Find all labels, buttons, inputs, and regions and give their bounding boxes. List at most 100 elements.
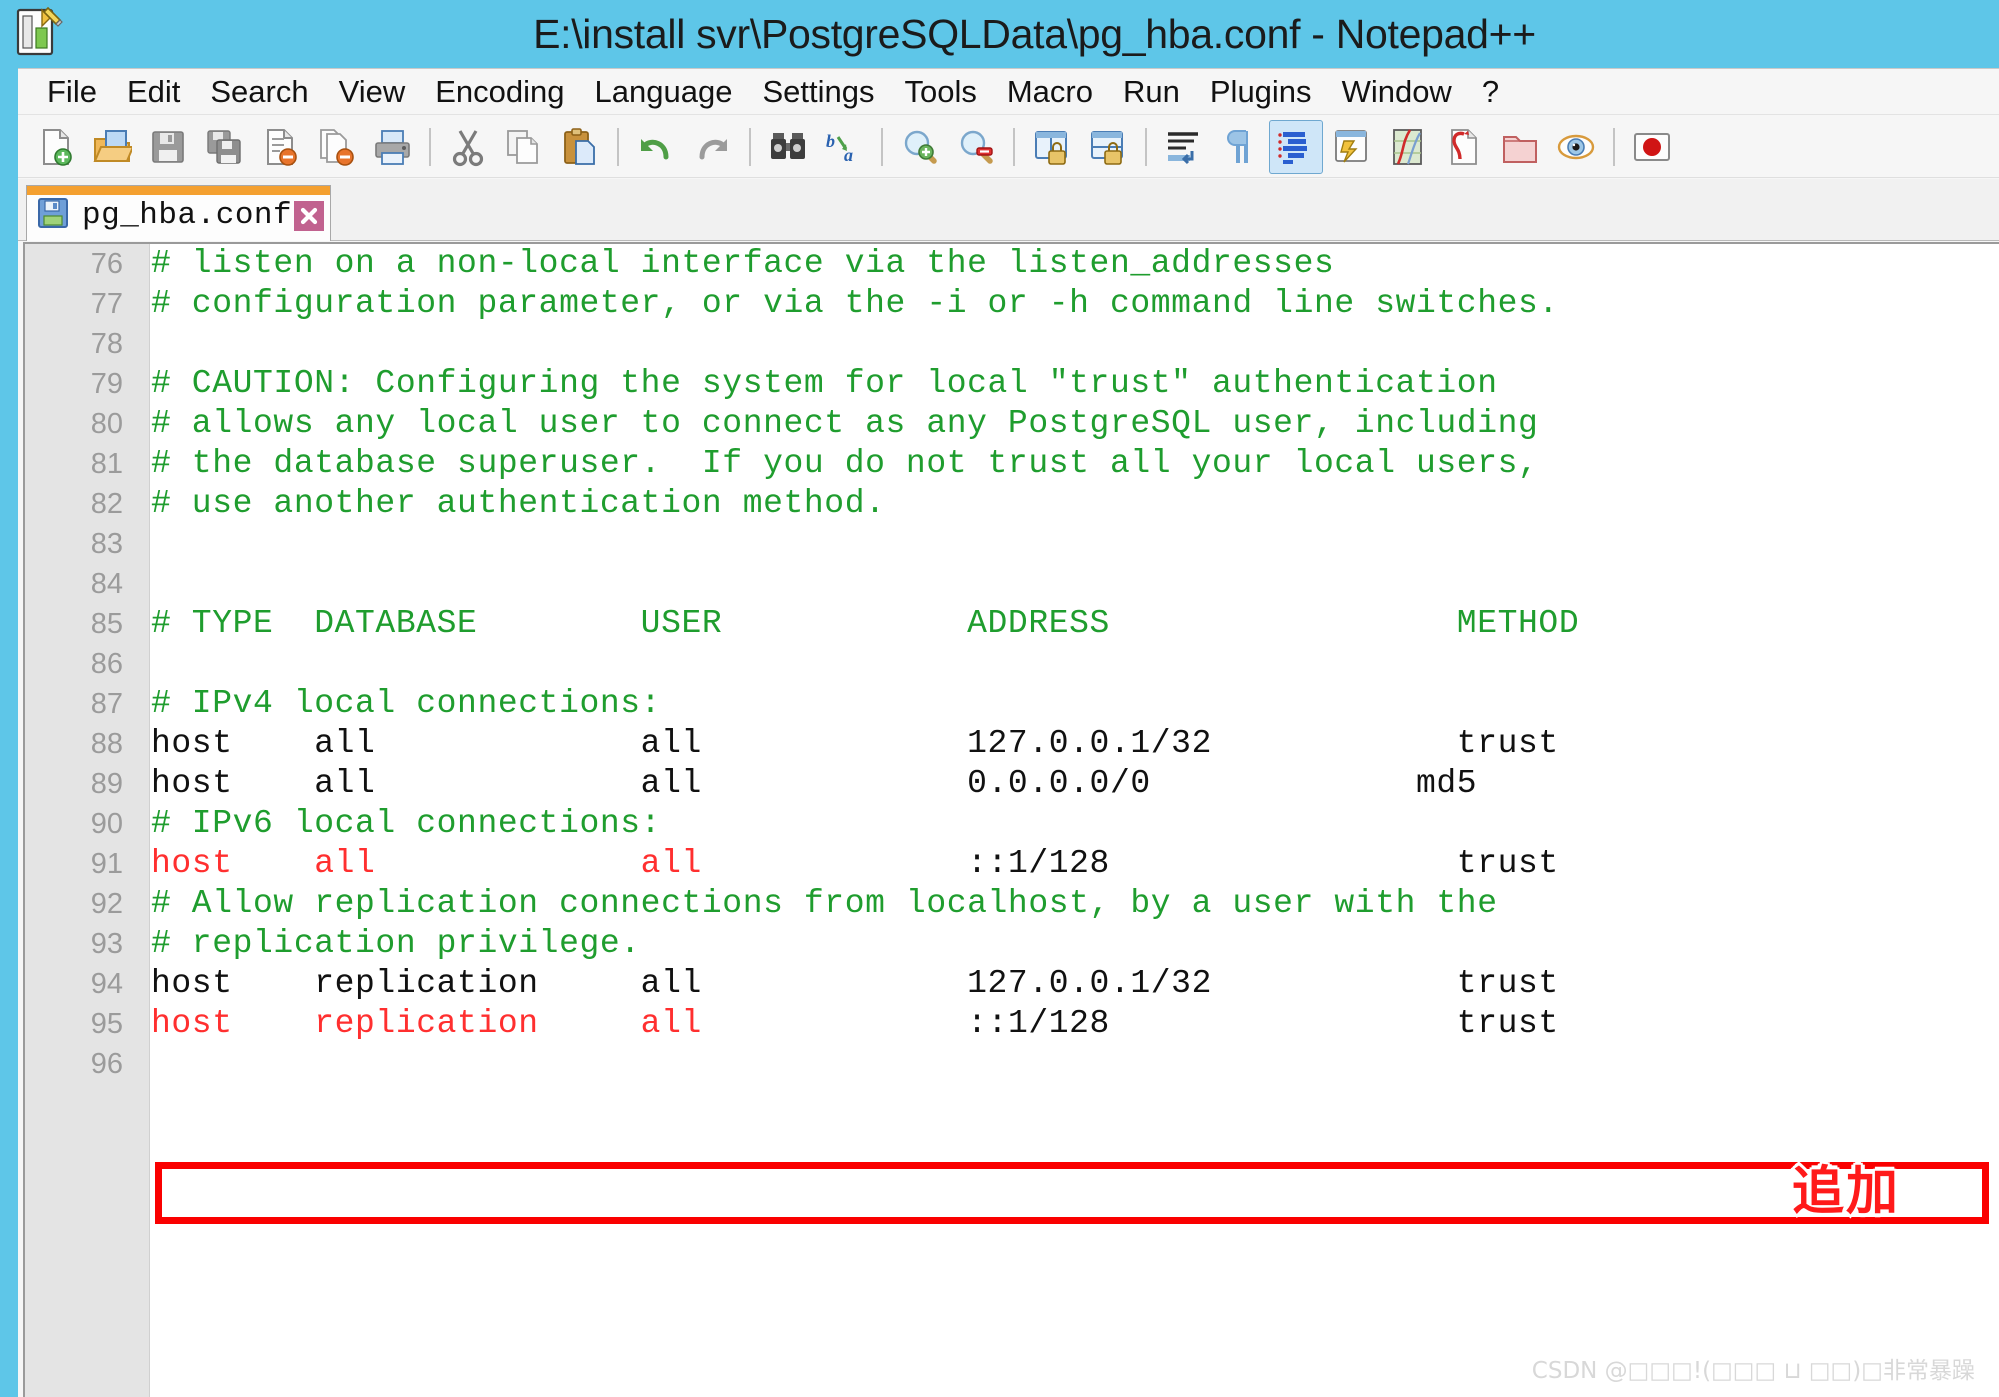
find-icon[interactable] — [761, 120, 815, 174]
code-line[interactable]: # CAUTION: Configuring the system for lo… — [151, 364, 1999, 404]
zoom-out-icon[interactable] — [949, 120, 1003, 174]
code-span-black: host replication all 127.0.0.1/32 trust — [151, 965, 1559, 1002]
sync-horizontal-scroll-icon[interactable] — [1081, 120, 1135, 174]
folder-as-workspace-icon[interactable] — [1493, 120, 1547, 174]
print-icon[interactable] — [365, 120, 419, 174]
save-all-icon[interactable] — [197, 120, 251, 174]
line-number: 82 — [90, 488, 123, 520]
open-file-icon[interactable] — [85, 120, 139, 174]
code-line[interactable] — [151, 644, 1999, 684]
window-title: E:\install svr\PostgreSQLData\pg_hba.con… — [533, 10, 1536, 57]
replace-icon[interactable]: ba — [817, 120, 871, 174]
line-number: 91 — [90, 848, 123, 880]
line-number: 76 — [90, 248, 123, 280]
menu-view[interactable]: View — [324, 72, 421, 112]
code-line[interactable] — [151, 564, 1999, 604]
sync-vertical-scroll-icon[interactable] — [1025, 120, 1079, 174]
undo-icon[interactable] — [629, 120, 683, 174]
function-list-icon[interactable] — [1437, 120, 1491, 174]
code-editor[interactable]: 76 77 78 79 80 81 82 83 84 85 86 87 88 89 90 91 92 93 94 95… — [23, 242, 1999, 1397]
close-tab-icon[interactable] — [294, 200, 325, 231]
toolbar-separator — [1013, 127, 1015, 166]
code-line[interactable]: host all all ::1/128 trust — [151, 844, 1999, 884]
code-span-comment: # allows any local user to connect as an… — [151, 405, 1539, 442]
code-line[interactable]: host all all 127.0.0.1/32 trust — [151, 724, 1999, 764]
menu-edit[interactable]: Edit — [112, 72, 195, 112]
menu-search[interactable]: Search — [195, 72, 323, 112]
zoom-in-icon[interactable] — [893, 120, 947, 174]
user-defined-language-icon[interactable] — [1325, 120, 1379, 174]
code-line[interactable]: host replication all 127.0.0.1/32 trust — [151, 964, 1999, 1004]
tab-label: pg_hba.conf — [82, 198, 293, 233]
code-span-comment: # configuration parameter, or via the -i… — [151, 285, 1559, 322]
close-all-icon[interactable] — [309, 120, 363, 174]
close-file-icon[interactable] — [253, 120, 307, 174]
code-line[interactable] — [151, 524, 1999, 564]
code-span-comment: # the database superuser. If you do not … — [151, 445, 1539, 482]
code-span-comment: # replication privilege. — [151, 925, 641, 962]
word-wrap-icon[interactable] — [1157, 120, 1211, 174]
line-number: 78 — [90, 328, 123, 360]
line-number: 94 — [90, 968, 123, 1000]
line-number: 92 — [90, 888, 123, 920]
toolbar-separator — [749, 127, 751, 166]
menu-macro[interactable]: Macro — [992, 72, 1108, 112]
code-line[interactable] — [151, 324, 1999, 364]
menu-settings[interactable]: Settings — [747, 72, 889, 112]
toolbar-separator — [1613, 127, 1615, 166]
redo-icon[interactable] — [685, 120, 739, 174]
code-span-black: host all all 0.0.0.0/0 md5 — [151, 765, 1478, 802]
code-line[interactable]: # replication privilege. — [151, 924, 1999, 964]
code-span-comment: # Allow replication connections from loc… — [151, 885, 1498, 922]
code-line[interactable]: # listen on a non-local interface via th… — [151, 244, 1999, 284]
code-line[interactable]: # configuration parameter, or via the -i… — [151, 284, 1999, 324]
save-icon[interactable] — [141, 120, 195, 174]
code-line[interactable]: # Allow replication connections from loc… — [151, 884, 1999, 924]
line-number: 77 — [90, 288, 123, 320]
code-line[interactable]: # use another authentication method. — [151, 484, 1999, 524]
code-line[interactable] — [151, 1044, 1999, 1084]
new-file-icon[interactable] — [29, 120, 83, 174]
toolbar: ba — [18, 116, 1999, 178]
code-span-black: ::1/128 trust — [701, 1005, 1559, 1042]
code-line[interactable]: host replication all ::1/128 trust — [151, 1004, 1999, 1044]
line-number: 84 — [90, 568, 123, 600]
menu-file[interactable]: File — [32, 72, 112, 112]
code-span-comment: # use another authentication method. — [151, 485, 886, 522]
copy-icon[interactable] — [497, 120, 551, 174]
code-span-comment: # listen on a non-local interface via th… — [151, 245, 1335, 282]
code-line[interactable]: # TYPE DATABASE USER ADDRESS METHOD — [151, 604, 1999, 644]
menu-tools[interactable]: Tools — [889, 72, 991, 112]
line-number: 86 — [90, 648, 123, 680]
code-text-area[interactable]: # listen on a non-local interface via th… — [151, 244, 1999, 1397]
record-macro-icon[interactable] — [1625, 120, 1679, 174]
notepadpp-window: E:\install svr\PostgreSQLData\pg_hba.con… — [0, 0, 1999, 1397]
monitoring-icon[interactable] — [1549, 120, 1603, 174]
tab-pg-hba-conf[interactable]: pg_hba.conf — [26, 185, 332, 241]
menu-help[interactable]: ? — [1467, 72, 1514, 112]
code-span-black: ::1/128 trust — [701, 845, 1559, 882]
code-line[interactable]: # IPv6 local connections: — [151, 804, 1999, 844]
annotation-append-label: 追加 — [1792, 1162, 1901, 1222]
line-number: 80 — [90, 408, 123, 440]
line-number: 96 — [90, 1048, 123, 1080]
menu-plugins[interactable]: Plugins — [1195, 72, 1327, 112]
show-all-characters-icon[interactable] — [1213, 120, 1267, 174]
menu-encoding[interactable]: Encoding — [420, 72, 579, 112]
code-line[interactable]: host all all 0.0.0.0/0 md5 — [151, 764, 1999, 804]
toolbar-separator — [429, 127, 431, 166]
csdn-watermark: CSDN @□□□!(□□□ ⊔ □□)□非常暴躁 — [1531, 1358, 1975, 1384]
line-number: 95 — [90, 1008, 123, 1040]
line-number: 88 — [90, 728, 123, 760]
cut-icon[interactable] — [441, 120, 495, 174]
menu-window[interactable]: Window — [1327, 72, 1467, 112]
code-line[interactable]: # allows any local user to connect as an… — [151, 404, 1999, 444]
paste-icon[interactable] — [553, 120, 607, 174]
menu-language[interactable]: Language — [580, 72, 748, 112]
menu-run[interactable]: Run — [1108, 72, 1195, 112]
indent-guide-icon[interactable] — [1269, 119, 1323, 174]
code-line[interactable]: # IPv4 local connections: — [151, 684, 1999, 724]
code-line[interactable]: # the database superuser. If you do not … — [151, 444, 1999, 484]
document-map-icon[interactable] — [1381, 120, 1435, 174]
code-span-red: host replication all — [151, 1005, 702, 1042]
